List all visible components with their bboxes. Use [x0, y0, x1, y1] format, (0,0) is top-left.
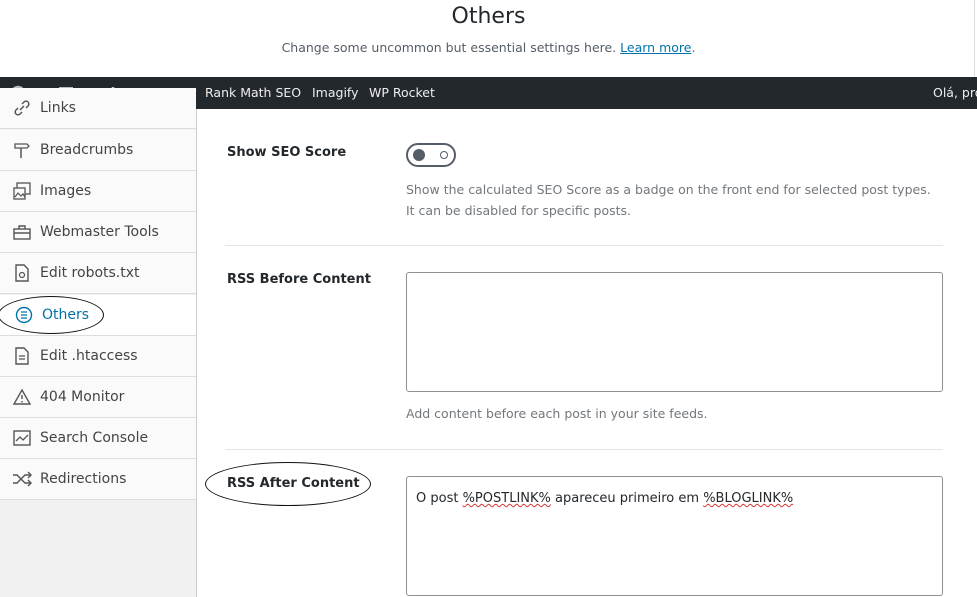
sidebar-item-label: Edit .htaccess [40, 348, 138, 364]
page-subtitle: Change some uncommon but essential setti… [0, 40, 977, 55]
sidebar-item-redirections[interactable]: Redirections [0, 459, 196, 500]
wp-rocket-menu[interactable]: WP Rocket [369, 77, 435, 109]
document-icon [12, 346, 32, 366]
rss-before-description: Add content before each post in your sit… [406, 406, 708, 421]
divider [225, 449, 943, 450]
show-seo-score-label: Show SEO Score [227, 145, 347, 160]
toolbox-icon [12, 222, 32, 242]
rank-math-label: Rank Math SEO [205, 85, 302, 100]
divider [225, 245, 943, 246]
chart-icon [12, 428, 32, 448]
greeting-label: Olá, pro [933, 85, 977, 100]
rss-after-textarea[interactable]: O post %POSTLINK% apareceu primeiro em %… [406, 476, 943, 596]
subtitle-period: . [691, 40, 696, 55]
rss-after-text: apareceu primeiro em [550, 491, 704, 506]
sidebar-item-images[interactable]: Images [0, 171, 196, 212]
subtitle-text: Change some uncommon but essential setti… [281, 40, 617, 55]
settings-header: Others Change some uncommon but essentia… [0, 0, 977, 77]
shuffle-icon [12, 469, 32, 489]
postlink-variable: %POSTLINK% [462, 491, 551, 506]
sidebar-item-label: Redirections [40, 471, 127, 487]
sidebar-item-label: Others [42, 307, 90, 323]
account-menu[interactable]: Olá, pro [933, 77, 977, 109]
sidebar-item-links[interactable]: Links [0, 88, 196, 129]
images-icon [12, 181, 32, 201]
file-icon [12, 263, 32, 283]
sidebar-item-label: Images [40, 183, 92, 199]
imagify-label: Imagify [312, 85, 359, 100]
toggle-off-indicator [440, 151, 448, 159]
sidebar-item-label: Edit robots.txt [40, 265, 140, 281]
bloglink-variable: %BLOGLINK% [703, 491, 794, 506]
toggle-knob [413, 149, 425, 161]
link-icon [12, 98, 32, 118]
sidebar-item-edit-robots[interactable]: Edit robots.txt [0, 253, 196, 294]
rss-after-text: O post [416, 491, 463, 506]
warning-icon [12, 387, 32, 407]
sidebar-item-label: Search Console [40, 430, 149, 446]
sidebar-item-breadcrumbs[interactable]: Breadcrumbs [0, 130, 196, 171]
signpost-icon [12, 140, 32, 160]
page-title: Others [451, 4, 526, 29]
show-seo-score-description: Show the calculated SEO Score as a badge… [406, 182, 931, 218]
sidebar-item-label: Links [40, 100, 76, 116]
sidebar-item-edit-htaccess[interactable]: Edit .htaccess [0, 336, 196, 377]
rss-after-label: RSS After Content [227, 476, 360, 491]
wp-rocket-label: WP Rocket [369, 85, 435, 100]
sidebar-item-search-console[interactable]: Search Console [0, 418, 196, 459]
rss-before-label: RSS Before Content [227, 272, 371, 287]
imagify-menu[interactable]: Imagify [312, 77, 359, 109]
list-circle-icon [14, 305, 34, 325]
learn-more-link[interactable]: Learn more [620, 40, 691, 55]
show-seo-score-toggle[interactable] [406, 143, 456, 167]
sidebar-item-webmaster-tools[interactable]: Webmaster Tools [0, 212, 196, 253]
rss-before-textarea[interactable] [406, 272, 943, 392]
settings-sidebar: Links Breadcrumbs Images Webmaster Tools… [0, 88, 197, 597]
header-edge [974, 0, 975, 77]
sidebar-item-label: Breadcrumbs [40, 142, 134, 158]
sidebar-item-others[interactable]: Others [0, 295, 196, 336]
settings-main: Show SEO Score Show the calculated SEO S… [197, 109, 977, 597]
sidebar-item-label: 404 Monitor [40, 389, 125, 405]
sidebar-item-404-monitor[interactable]: 404 Monitor [0, 377, 196, 418]
sidebar-item-label: Webmaster Tools [40, 224, 159, 240]
